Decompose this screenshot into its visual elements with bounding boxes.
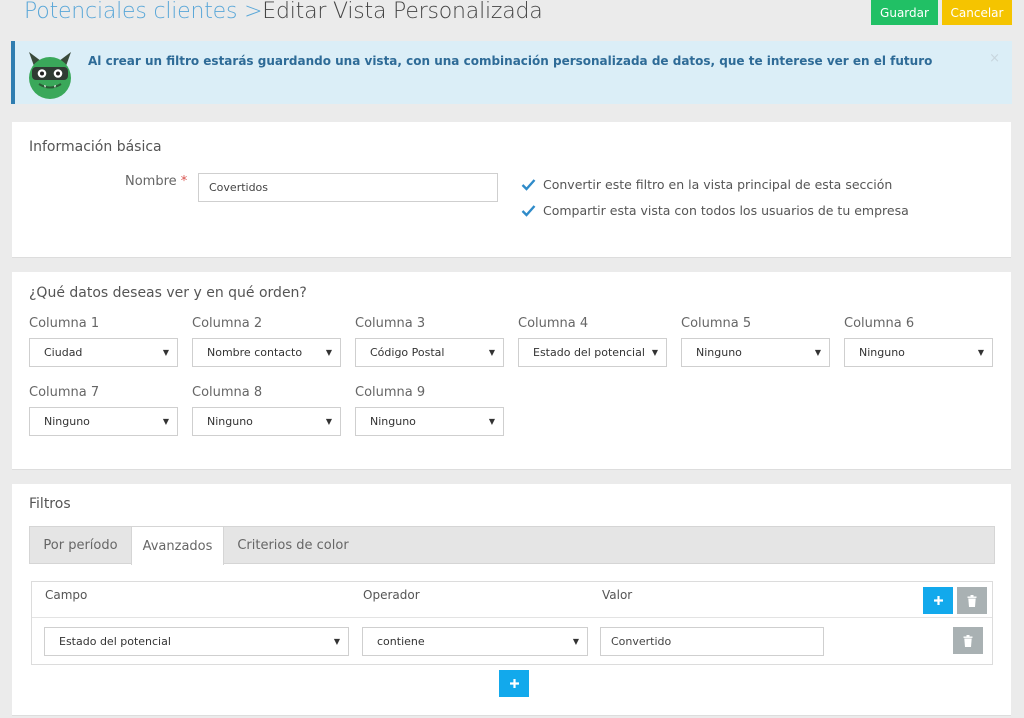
column-select-9[interactable]: Ninguno ▼	[355, 407, 504, 436]
name-label-text: Nombre	[125, 174, 177, 189]
caret-down-icon: ▼	[162, 417, 169, 426]
columns-panel: ¿Qué datos deseas ver y en qué orden? Co…	[12, 272, 1011, 470]
select-value: Ninguno	[207, 415, 253, 428]
advanced-filter-table: Campo Operador Valor Estado del potencia…	[31, 581, 993, 665]
check-icon	[521, 178, 535, 191]
share-option: Compartir esta vista con todos los usuar…	[520, 202, 909, 218]
page-title: Potenciales clientes >Editar Vista Perso…	[24, 0, 543, 24]
column-label: Columna 5	[681, 316, 752, 331]
basic-info-panel: Información básica Nombre * Covertidos C…	[12, 122, 1011, 258]
add-filter-row-button[interactable]	[499, 670, 529, 697]
column-select-7[interactable]: Ninguno ▼	[29, 407, 178, 436]
select-value: Código Postal	[370, 346, 445, 359]
filter-field-select[interactable]: Estado del potencial ▼	[44, 627, 349, 656]
filters-panel: Filtros Por período Avanzados Criterios …	[12, 484, 1011, 716]
tab-criterios-color[interactable]: Criterios de color	[224, 527, 362, 564]
caret-down-icon: ▼	[814, 348, 821, 357]
select-value: Ninguno	[44, 415, 90, 428]
delete-all-filters-button[interactable]	[957, 587, 987, 614]
select-value: Nombre contacto	[207, 346, 303, 359]
column-label: Columna 1	[29, 316, 100, 331]
tab-por-periodo[interactable]: Por período	[30, 527, 131, 564]
column-label: Columna 2	[192, 316, 263, 331]
column-select-2[interactable]: Nombre contacto ▼	[192, 338, 341, 367]
section-title-filters: Filtros	[29, 496, 71, 512]
main-view-option: Convertir este filtro en la vista princi…	[520, 176, 892, 192]
select-value: Estado del potencial	[533, 346, 645, 359]
select-value: Estado del potencial	[59, 635, 171, 648]
column-label: Columna 3	[355, 316, 426, 331]
share-checkbox[interactable]	[520, 202, 536, 218]
column-select-1[interactable]: Ciudad ▼	[29, 338, 178, 367]
add-filter-header-button[interactable]	[923, 587, 953, 614]
main-view-checkbox[interactable]	[520, 176, 536, 192]
caret-down-icon: ▼	[651, 348, 658, 357]
column-label: Columna 8	[192, 385, 263, 400]
alert-message: Al crear un filtro estarás guardando una…	[88, 54, 933, 68]
column-select-4[interactable]: Estado del potencial ▼	[518, 338, 667, 367]
header-field: Campo	[45, 588, 88, 602]
caret-down-icon: ▼	[325, 348, 332, 357]
select-value: contiene	[377, 635, 425, 648]
caret-down-icon: ▼	[333, 637, 340, 646]
column-select-8[interactable]: Ninguno ▼	[192, 407, 341, 436]
breadcrumb-parent[interactable]: Potenciales clientes	[24, 0, 237, 24]
filter-table-header: Campo Operador Valor	[32, 582, 992, 618]
check-icon	[521, 204, 535, 217]
header-value: Valor	[602, 588, 633, 602]
plus-icon	[933, 596, 943, 605]
filter-tabs: Por período Avanzados Criterios de color	[29, 526, 995, 565]
section-title-columns: ¿Qué datos deseas ver y en qué orden?	[29, 285, 307, 301]
caret-down-icon: ▼	[488, 348, 495, 357]
close-icon[interactable]: ×	[989, 51, 1000, 66]
caret-down-icon: ▼	[325, 417, 332, 426]
column-label: Columna 7	[29, 385, 100, 400]
tab-avanzados[interactable]: Avanzados	[131, 527, 224, 565]
trash-icon	[967, 594, 977, 607]
name-label: Nombre *	[125, 174, 187, 189]
required-marker: *	[180, 174, 188, 189]
column-select-5[interactable]: Ninguno ▼	[681, 338, 830, 367]
share-label: Compartir esta vista con todos los usuar…	[543, 202, 909, 218]
filter-operator-select[interactable]: contiene ▼	[362, 627, 588, 656]
breadcrumb-separator: >	[244, 0, 263, 24]
column-select-3[interactable]: Código Postal ▼	[355, 338, 504, 367]
filter-value-input[interactable]: Convertido	[600, 627, 824, 656]
caret-down-icon: ▼	[977, 348, 984, 357]
section-title-basic: Información básica	[29, 139, 162, 155]
plus-icon	[509, 679, 519, 688]
header-operator: Operador	[363, 588, 420, 602]
page-heading: Editar Vista Personalizada	[262, 0, 543, 24]
caret-down-icon: ▼	[162, 348, 169, 357]
main-view-label: Convertir este filtro en la vista princi…	[543, 176, 893, 192]
save-button[interactable]: Guardar	[871, 0, 938, 25]
trash-icon	[963, 634, 973, 647]
info-alert: Al crear un filtro estarás guardando una…	[11, 41, 1012, 104]
column-label: Columna 4	[518, 316, 589, 331]
caret-down-icon: ▼	[572, 637, 579, 646]
select-value: Ciudad	[44, 346, 83, 359]
cancel-button[interactable]: Cancelar	[942, 0, 1012, 25]
select-value: Ninguno	[696, 346, 742, 359]
delete-filter-row-button[interactable]	[953, 627, 983, 654]
select-value: Ninguno	[859, 346, 905, 359]
column-label: Columna 6	[844, 316, 915, 331]
column-label: Columna 9	[355, 385, 426, 400]
caret-down-icon: ▼	[488, 417, 495, 426]
select-value: Ninguno	[370, 415, 416, 428]
name-input[interactable]: Covertidos	[198, 173, 498, 202]
column-select-6[interactable]: Ninguno ▼	[844, 338, 993, 367]
monster-mascot-icon	[25, 48, 75, 100]
